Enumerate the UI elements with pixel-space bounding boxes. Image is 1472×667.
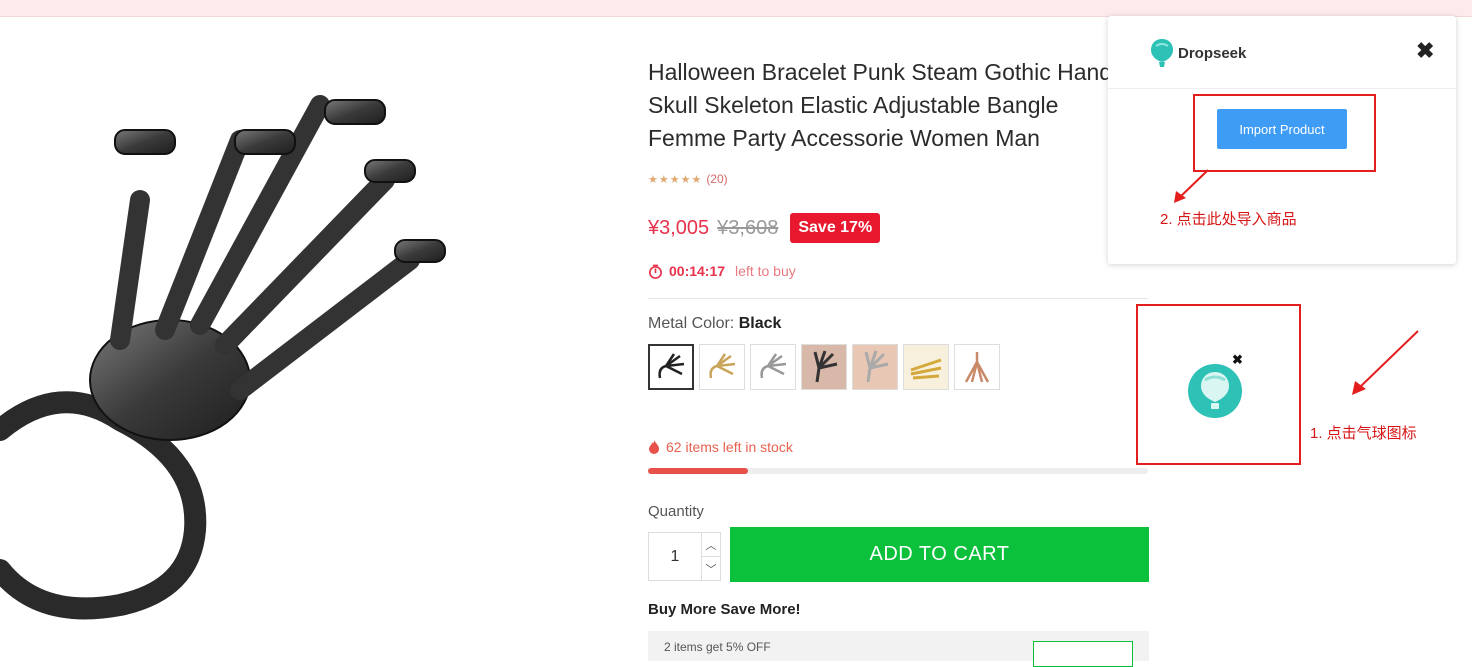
swatch-rose-gold[interactable] [954,344,1000,390]
swatch-silver[interactable] [750,344,796,390]
swatch-black-on-hand[interactable] [801,344,847,390]
countdown-label: left to buy [735,263,796,279]
variant-label-value: Black [738,315,782,332]
swatch-gold[interactable] [699,344,745,390]
balloon-logo-icon [1151,39,1173,67]
quantity-increment-button[interactable]: ︿ [702,533,720,556]
countdown-time: 00:14:17 [669,263,726,279]
dropseek-logo: Dropseek [1150,38,1246,68]
discount-tier-add-button[interactable] [1033,641,1133,667]
stock-text: 62 items left in stock [666,439,793,455]
stock-indicator: 62 items left in stock [648,439,793,455]
top-announcement-bar [0,0,1472,17]
review-count: (20) [706,172,728,186]
sale-price: ¥3,005 [648,216,710,239]
product-image [0,95,446,620]
quantity-decrement-button[interactable]: ﹀ [702,556,720,580]
quantity-label: Quantity [648,503,704,520]
quantity-input[interactable] [649,533,701,580]
star-rating-icon: ★★★★★ [648,173,703,186]
divider [648,298,1148,299]
product-title: Halloween Bracelet Punk Steam Gothic Han… [648,59,1113,151]
countdown-timer: 00:14:17 left to buy [648,263,796,279]
rating[interactable]: ★★★★★ (20) [648,172,728,186]
chevron-up-icon: ︿ [705,539,717,552]
dropseek-brand-name: Dropseek [1178,44,1247,62]
swatch-silver-on-hand[interactable] [852,344,898,390]
annotation-arrow-balloon [1352,330,1419,395]
add-to-cart-button[interactable]: ADD TO CART [730,527,1149,582]
discount-tier-row: 2 items get 5% OFF [648,631,1149,667]
close-icon[interactable]: ✖ [1416,38,1434,64]
quantity-stepper: ︿ ﹀ [648,532,721,581]
discount-tier-text: 2 items get 5% OFF [664,640,771,654]
swatch-black[interactable] [648,344,694,390]
annotation-note-balloon: 1. 点击气球图标 [1310,425,1417,442]
stopwatch-icon [649,264,662,279]
color-swatches [648,344,1000,390]
stock-progress-fill [648,468,748,474]
compare-price: ¥3,608 [717,216,779,239]
fire-icon [649,440,659,454]
annotation-box-import [1193,94,1376,172]
annotation-note-import: 2. 点击此处导入商品 [1160,211,1297,228]
variant-label: Metal Color: Black [648,315,781,333]
price-row: ¥3,005 ¥3,608 Save 17% [648,213,881,243]
chevron-down-icon: ﹀ [705,563,717,576]
floating-balloon-icon[interactable] [1186,362,1244,420]
buy-more-title: Buy More Save More! [648,601,801,618]
save-badge: Save 17% [790,213,881,243]
swatch-gold-on-hand[interactable] [903,344,949,390]
variant-label-name: Metal Color: [648,315,735,332]
stock-progress-bar [648,468,1148,474]
annotation-arrow-import [1174,169,1209,203]
dropseek-panel-header: Dropseek ✖ [1108,16,1456,89]
